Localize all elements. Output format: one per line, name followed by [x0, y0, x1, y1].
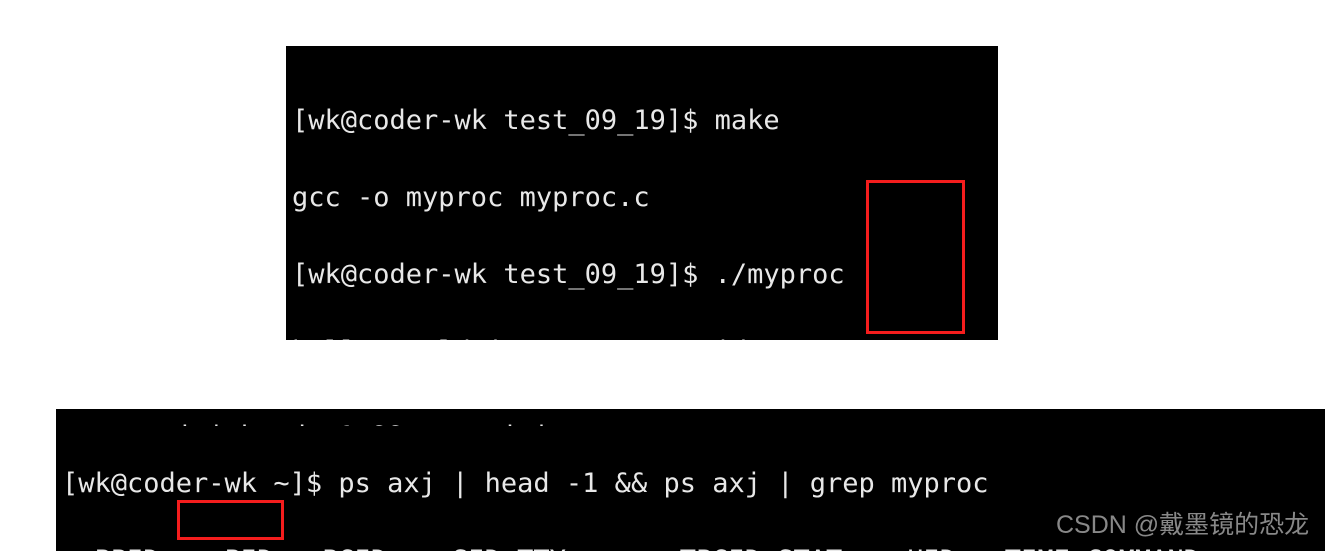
terminal-line-proc-output-1: hello world i am a proc ,pid : 2895 — [292, 332, 998, 340]
ps-axj-terminal[interactable]: ps axj | head -1 && ps axj | grep myproc… — [56, 409, 1325, 551]
terminal-line-run-command: [wk@coder-wk test_09_19]$ ./myproc — [292, 259, 845, 290]
terminal-bottom-clipped-line: ps axj | head -1 && ps axj | grep myproc — [62, 417, 1325, 426]
terminal-line-make-command: [wk@coder-wk test_09_19]$ make — [292, 105, 780, 136]
make-and-run-terminal[interactable]: myproc [wk@coder-wk test_09_19]$ make gc… — [286, 46, 998, 340]
terminal-top-clipped-line: myproc — [292, 54, 998, 63]
terminal-line-gcc-output: gcc -o myproc myproc.c — [292, 182, 650, 213]
terminal-line-ps-command: [wk@coder-wk ~]$ ps axj | head -1 && ps … — [62, 468, 989, 499]
terminal-line-ps-header: PPID PID PGID SID TTY TPGID STAT UID TIM… — [62, 541, 1325, 551]
